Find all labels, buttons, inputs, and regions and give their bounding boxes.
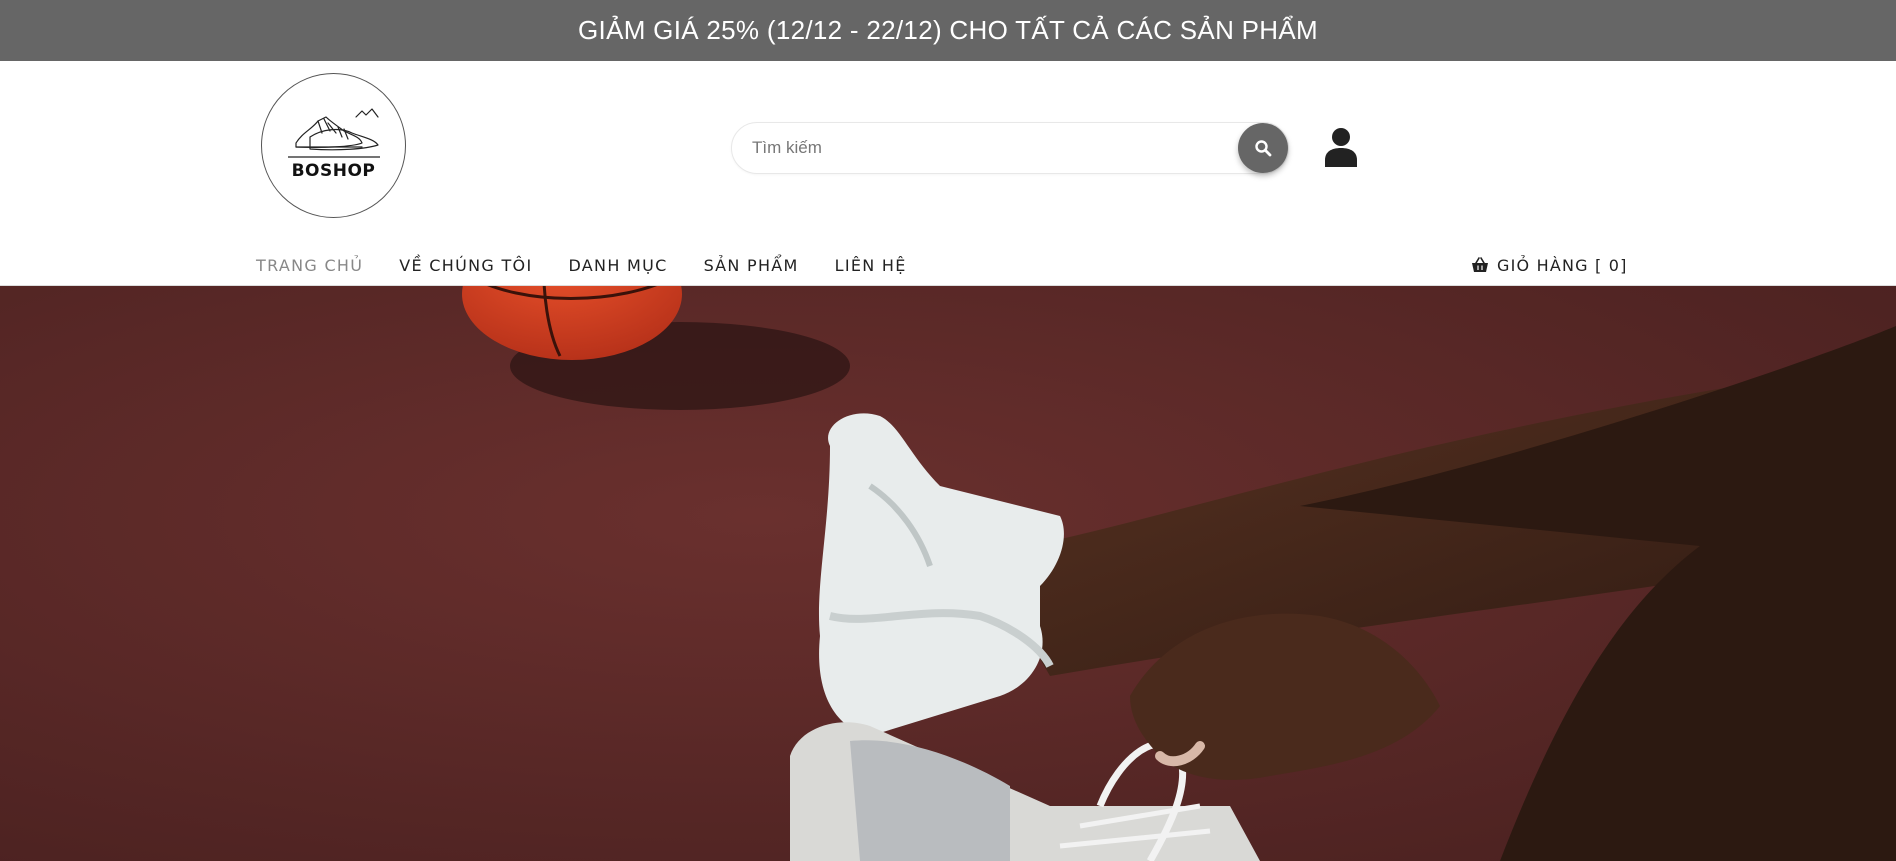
search-box	[731, 122, 1289, 174]
hero-banner-image	[0, 286, 1896, 861]
basket-icon	[1472, 257, 1488, 272]
promo-banner: GIẢM GIÁ 25% (12/12 - 22/12) CHO TẤT CẢ …	[0, 0, 1896, 61]
site-header: BOSHOP TRANG CHỦ VỀ CHÚNG TÔI DANH MỤC S…	[0, 61, 1896, 286]
nav-item-products[interactable]: SẢN PHẨM	[704, 256, 799, 275]
cart-label: GIỎ HÀNG [ 0]	[1497, 255, 1628, 275]
sneakers-logo-icon	[287, 107, 380, 158]
nav-item-contact[interactable]: LIÊN HỆ	[835, 256, 907, 275]
search-icon	[1255, 140, 1272, 157]
nav-item-categories[interactable]: DANH MỤC	[568, 256, 667, 275]
search-button[interactable]	[1238, 123, 1288, 173]
hero-illustration	[0, 286, 1896, 861]
main-nav: TRANG CHỦ VỀ CHÚNG TÔI DANH MỤC SẢN PHẨM…	[256, 247, 943, 283]
promo-text: GIẢM GIÁ 25% (12/12 - 22/12) CHO TẤT CẢ …	[578, 15, 1318, 45]
search-input[interactable]	[752, 123, 1202, 173]
logo-text: BOSHOP	[291, 160, 376, 181]
logo[interactable]: BOSHOP	[261, 73, 406, 218]
nav-item-about[interactable]: VỀ CHÚNG TÔI	[399, 256, 532, 275]
nav-item-home[interactable]: TRANG CHỦ	[256, 256, 363, 275]
cart-link[interactable]: GIỎ HÀNG [ 0]	[1471, 247, 1628, 283]
account-button[interactable]	[1321, 125, 1361, 169]
user-icon	[1325, 128, 1357, 167]
